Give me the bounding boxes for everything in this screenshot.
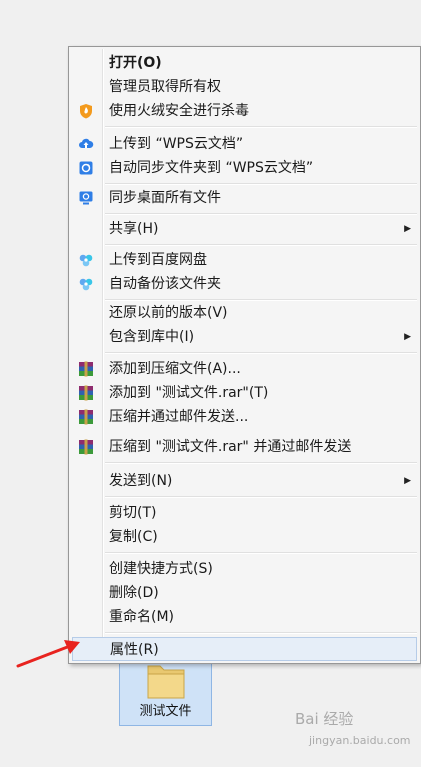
menu-item-label: 复制(C)	[109, 529, 158, 545]
menu-item-rename[interactable]: 重命名(M)	[69, 605, 420, 629]
menu-item-properties[interactable]: 属性(R)	[72, 637, 417, 661]
menu-item-wps-auto-sync[interactable]: 自动同步文件夹到 “WPS云文档”	[69, 156, 420, 180]
menu-separator	[105, 552, 417, 554]
submenu-arrow-icon: ▶	[404, 224, 411, 234]
baidu-netdisk-icon	[79, 254, 93, 267]
submenu-arrow-icon: ▶	[404, 476, 411, 486]
menu-item-label: 上传到 “WPS云文档”	[109, 136, 244, 152]
menu-item-copy[interactable]: 复制(C)	[69, 525, 420, 549]
menu-item-baidu-upload[interactable]: 上传到百度网盘	[69, 248, 420, 272]
watermark: Bai 经验 jingyan.baidu.com	[295, 708, 411, 747]
menu-item-include-in-library[interactable]: 包含到库中(I) ▶	[69, 325, 420, 349]
menu-separator	[105, 126, 417, 128]
menu-item-delete[interactable]: 删除(D)	[69, 581, 420, 605]
menu-item-label: 自动备份该文件夹	[109, 276, 221, 292]
menu-item-wps-upload[interactable]: 上传到 “WPS云文档”	[69, 132, 420, 156]
winrar-icon	[79, 385, 93, 401]
menu-item-label: 发送到(N)	[109, 473, 173, 489]
menu-separator	[105, 352, 417, 354]
menu-item-share[interactable]: 共享(H) ▶	[69, 217, 420, 241]
menu-item-label: 重命名(M)	[109, 609, 175, 625]
menu-item-label: 上传到百度网盘	[109, 252, 207, 268]
menu-item-huorong-scan[interactable]: 使用火绒安全进行杀毒	[69, 99, 420, 123]
menu-item-label: 管理员取得所有权	[109, 79, 221, 95]
menu-item-create-shortcut[interactable]: 创建快捷方式(S)	[69, 557, 420, 581]
menu-item-open[interactable]: 打开(O)	[69, 51, 420, 75]
menu-item-add-to-archive[interactable]: 添加到压缩文件(A)...	[69, 357, 420, 381]
menu-item-label: 剪切(T)	[109, 505, 157, 521]
baidu-netdisk-icon	[79, 278, 93, 291]
menu-item-label: 压缩并通过邮件发送...	[109, 409, 249, 425]
menu-item-label: 删除(D)	[109, 585, 159, 601]
winrar-icon	[79, 439, 93, 455]
menu-item-label: 创建快捷方式(S)	[109, 561, 213, 577]
menu-item-send-to[interactable]: 发送到(N) ▶	[69, 469, 420, 493]
menu-item-label: 还原以前的版本(V)	[109, 305, 228, 321]
menu-item-take-ownership[interactable]: 管理员取得所有权	[69, 75, 420, 99]
menu-item-label: 压缩到 "测试文件.rar" 并通过邮件发送	[109, 439, 352, 455]
menu-item-label: 共享(H)	[109, 221, 159, 237]
desktop-sync-icon	[79, 191, 93, 205]
winrar-icon	[79, 361, 93, 377]
context-menu: 打开(O) 管理员取得所有权 使用火绒安全进行杀毒 上传到 “WPS云文档” 自…	[68, 46, 421, 664]
menu-item-compress-rar-and-email[interactable]: 压缩到 "测试文件.rar" 并通过邮件发送	[69, 435, 420, 459]
cloud-upload-icon	[79, 138, 94, 148]
red-arrow-icon	[16, 640, 80, 668]
menu-item-cut[interactable]: 剪切(T)	[69, 501, 420, 525]
menu-separator	[105, 632, 417, 634]
menu-item-label: 自动同步文件夹到 “WPS云文档”	[109, 160, 314, 176]
huorong-shield-icon	[80, 104, 92, 119]
menu-separator	[105, 183, 417, 185]
menu-item-label: 添加到压缩文件(A)...	[109, 361, 241, 377]
menu-separator	[105, 213, 417, 215]
menu-separator	[105, 462, 417, 464]
menu-item-compress-and-email[interactable]: 压缩并通过邮件发送...	[69, 405, 420, 429]
menu-item-restore-previous[interactable]: 还原以前的版本(V)	[69, 301, 420, 325]
menu-item-add-to-rar[interactable]: 添加到 "测试文件.rar"(T)	[69, 381, 420, 405]
winrar-icon	[79, 409, 93, 425]
menu-separator	[105, 244, 417, 246]
cloud-sync-icon	[79, 161, 93, 175]
menu-item-label: 包含到库中(I)	[109, 329, 195, 345]
menu-separator	[105, 496, 417, 498]
menu-item-label: 属性(R)	[110, 642, 159, 658]
menu-item-baidu-backup[interactable]: 自动备份该文件夹	[69, 272, 420, 296]
watermark-text: Bai 经验	[295, 710, 354, 728]
submenu-arrow-icon: ▶	[404, 332, 411, 342]
menu-item-sync-desktop[interactable]: 同步桌面所有文件	[69, 186, 420, 210]
menu-item-label: 使用火绒安全进行杀毒	[109, 103, 249, 119]
menu-item-label: 同步桌面所有文件	[109, 190, 221, 206]
folder-name: 测试文件	[139, 704, 192, 719]
menu-item-label: 打开(O)	[109, 55, 162, 71]
watermark-url: jingyan.baidu.com	[309, 734, 411, 747]
menu-item-label: 添加到 "测试文件.rar"(T)	[109, 385, 269, 401]
